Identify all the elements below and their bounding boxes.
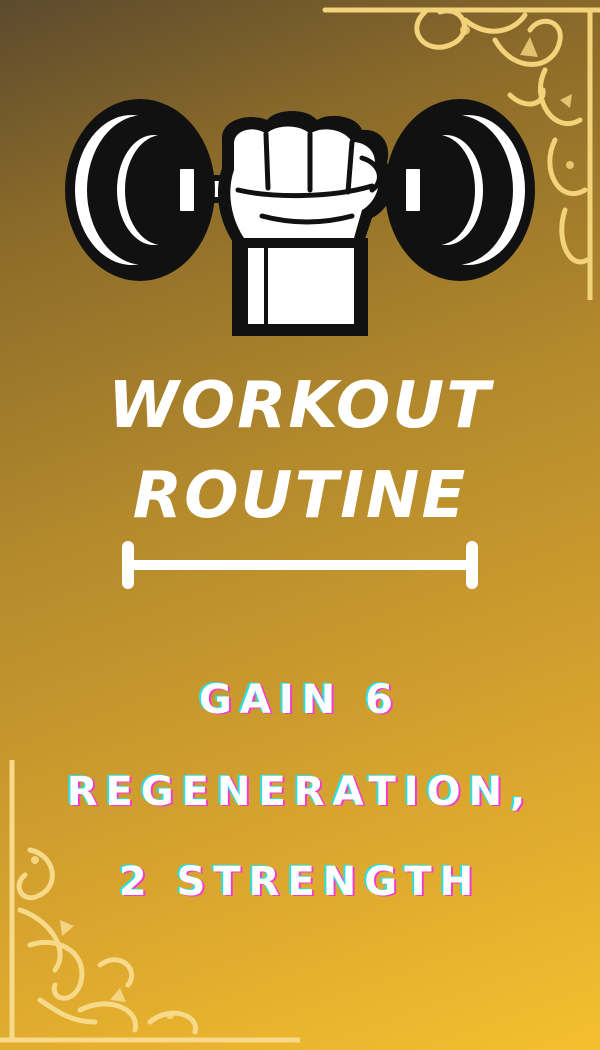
barbell-divider-icon — [122, 541, 478, 589]
workout-routine-card: WORKOUT ROUTINE GAIN 6 REGENERATION, 2 S… — [0, 0, 600, 1050]
card-title-line-1: WORKOUT — [108, 369, 492, 443]
dumbbell-fist-icon — [65, 99, 535, 336]
card-title-line-2: ROUTINE — [132, 459, 468, 533]
effect-line-2: REGENERATION, — [66, 769, 534, 815]
effect-line-3: 2 STRENGTH — [118, 859, 482, 905]
effect-line-1: GAIN 6 — [199, 677, 401, 723]
